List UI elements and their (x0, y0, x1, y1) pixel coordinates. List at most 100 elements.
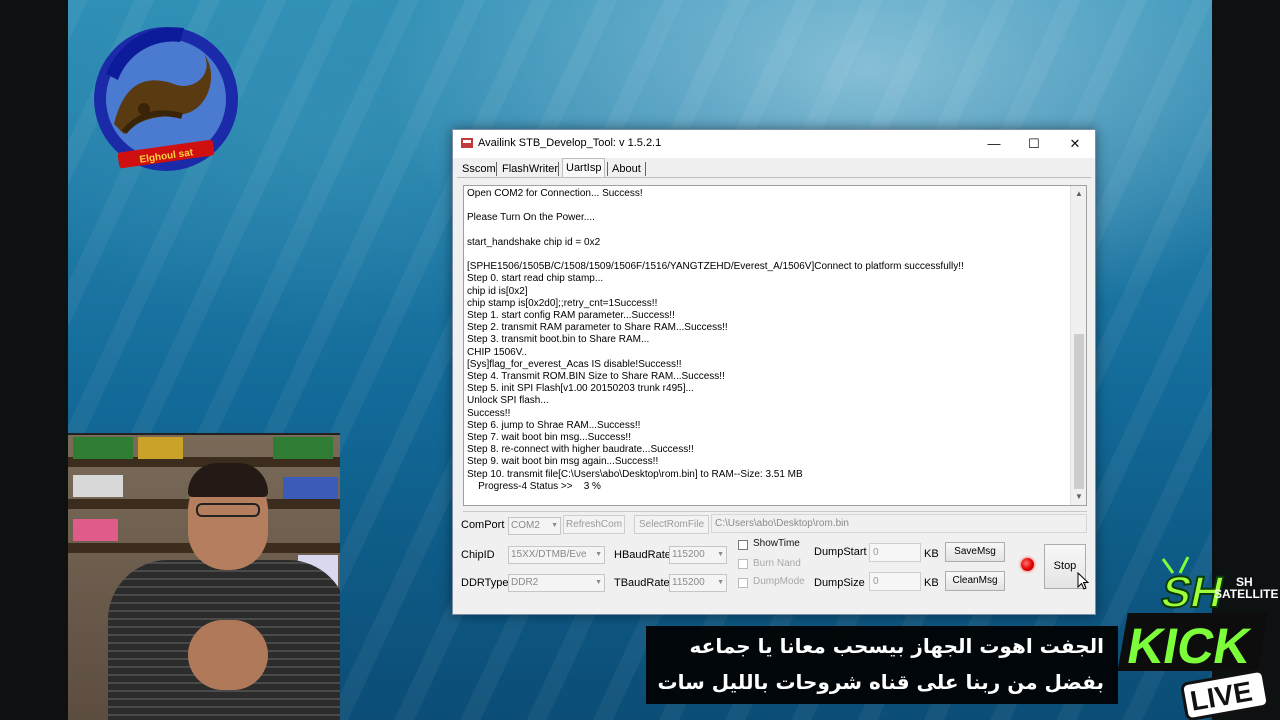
tab-separator (607, 162, 608, 176)
close-button[interactable]: ✕ (1055, 130, 1095, 158)
log-line: [Sys]flag_for_everest_Acas IS disable!Su… (467, 358, 682, 370)
hbaudrate-label: HBaudRate (614, 549, 671, 561)
chevron-down-icon: ▼ (595, 551, 602, 558)
kb-label: KB (924, 577, 939, 589)
tbaudrate-value: 115200 (672, 577, 705, 588)
ddrtype-value: DDR2 (511, 577, 539, 588)
log-line: Step 0. start read chip stamp... (467, 273, 604, 285)
tab-separator (496, 162, 497, 176)
hbaudrate-value: 115200 (672, 549, 705, 560)
refresh-com-button[interactable]: RefreshCom (563, 515, 625, 534)
log-line: Unlock SPI flash... (467, 395, 549, 407)
log-line: Step 7. wait boot bin msg...Success!! (467, 432, 631, 444)
tab-sscom[interactable]: Sscom (459, 160, 499, 178)
log-line: Step 5. init SPI Flash[v1.00 20150203 tr… (467, 383, 694, 395)
log-line: chip stamp is[0x2d0];;retry_cnt=1Success… (467, 297, 658, 309)
dumpmode-checkbox[interactable] (738, 578, 748, 588)
ddrtype-select[interactable]: DDR2 ▼ (508, 574, 605, 592)
scroll-up-arrow-icon[interactable]: ▲ (1071, 186, 1086, 202)
log-line: Step 8. re-connect with higher baudrate.… (467, 444, 694, 456)
log-text: Open COM2 for Connection... Success! Ple… (467, 188, 1067, 493)
presenter-glasses (196, 503, 260, 517)
log-line: Step 4. Transmit ROM.BIN Size to Share R… (467, 371, 725, 383)
dumpmode-label: DumpMode (753, 576, 805, 587)
title-bar[interactable]: Availink STB_Develop_Tool: v 1.5.2.1 — ☐… (453, 130, 1095, 158)
log-line: Success!! (467, 407, 511, 419)
product-box (138, 437, 183, 459)
status-led-icon (1021, 558, 1034, 571)
mouse-cursor-icon (1077, 572, 1089, 590)
comport-label: ComPort (461, 519, 505, 531)
dumpstart-label: DumpStart (814, 546, 867, 558)
window-title: Availink STB_Develop_Tool: v 1.5.2.1 (478, 137, 662, 149)
tab-separator (558, 162, 559, 176)
tab-underline (457, 177, 1091, 178)
product-box (283, 477, 338, 499)
chevron-down-icon: ▼ (717, 579, 724, 586)
presenter-hand (188, 620, 268, 690)
burn-nand-checkbox[interactable] (738, 559, 748, 569)
log-scrollbar[interactable]: ▲ ▼ (1070, 186, 1086, 505)
dumpstart-field[interactable]: 0 (869, 543, 921, 562)
divider (463, 511, 1087, 512)
comport-value: COM2 (511, 520, 540, 531)
product-box (273, 437, 333, 459)
tab-bar: Sscom FlashWriter UartIsp About (457, 158, 1093, 178)
comport-select[interactable]: COM2 ▼ (508, 517, 561, 535)
log-line: Step 3. transmit boot.bin to Share RAM..… (467, 334, 650, 346)
dumpsize-field[interactable]: 0 (869, 572, 921, 591)
burn-nand-label: Burn Nand (753, 558, 801, 569)
scrollbar-thumb[interactable] (1074, 334, 1084, 489)
log-line: Progress-4 Status >> 3 % (467, 480, 601, 492)
subtitle-line-1: الجفت اهوت الجهاز بيسحب معانا يا جماعه (689, 634, 1104, 658)
rom-path-field[interactable]: C:\Users\abo\Desktop\rom.bin (711, 514, 1087, 533)
app-icon (461, 138, 473, 148)
tab-separator (645, 162, 646, 176)
svg-text:KICK: KICK (1123, 617, 1255, 674)
log-line: Please Turn On the Power.... (467, 212, 595, 224)
presenter-hair (188, 463, 268, 497)
product-box (73, 475, 123, 497)
kb-label: KB (924, 548, 939, 560)
webcam-overlay (68, 433, 340, 720)
chevron-down-icon: ▼ (717, 551, 724, 558)
chevron-down-icon: ▼ (595, 579, 602, 586)
tab-uartisp[interactable]: UartIsp (562, 158, 606, 178)
select-rom-file-button[interactable]: SelectRomFile (634, 515, 709, 534)
availink-tool-window: Availink STB_Develop_Tool: v 1.5.2.1 — ☐… (452, 129, 1096, 615)
tab-flashwriter[interactable]: FlashWriter (499, 160, 561, 178)
svg-text:SATELLITE: SATELLITE (1214, 587, 1278, 601)
log-output[interactable]: Open COM2 for Connection... Success! Ple… (463, 185, 1087, 506)
tab-about[interactable]: About (609, 160, 644, 178)
chevron-down-icon: ▼ (551, 522, 558, 529)
scroll-down-arrow-icon[interactable]: ▼ (1071, 489, 1086, 505)
maximize-button[interactable]: ☐ (1014, 130, 1054, 158)
minimize-button[interactable]: — (974, 130, 1014, 158)
log-line: start_handshake chip id = 0x2 (467, 236, 601, 248)
hbaudrate-select[interactable]: 115200 ▼ (669, 546, 727, 564)
ddrtype-label: DDRType (461, 577, 509, 589)
save-msg-button[interactable]: SaveMsg (945, 542, 1005, 562)
log-line: Open COM2 for Connection... Success! (467, 188, 643, 199)
product-box (73, 519, 118, 541)
tbaudrate-label: TBaudRate (614, 577, 670, 589)
left-black-bar (0, 0, 68, 720)
chipid-value: 15XX/DTMB/Eve (511, 549, 587, 560)
kick-live-badge: SH SH SATELLITE KICK LIVE (1118, 556, 1278, 720)
log-line: Step 1. start config RAM parameter...Suc… (467, 310, 675, 322)
log-line: chip id is[0x2] (467, 285, 528, 297)
scorpion-logo-icon: Elghoul sat (94, 27, 238, 171)
log-line: Step 2. transmit RAM parameter to Share … (467, 322, 728, 334)
log-line: Step 10. transmit file[C:\Users\abo\Desk… (467, 468, 803, 480)
showtime-checkbox[interactable] (738, 540, 748, 550)
showtime-label: ShowTime (753, 538, 800, 549)
tbaudrate-select[interactable]: 115200 ▼ (669, 574, 727, 592)
chipid-select[interactable]: 15XX/DTMB/Eve ▼ (508, 546, 605, 564)
log-line: Step 6. jump to Shrae RAM...Success!! (467, 419, 641, 431)
subtitle-box: الجفت اهوت الجهاز بيسحب معانا يا جماعه ب… (646, 626, 1118, 704)
clean-msg-button[interactable]: CleanMsg (945, 571, 1005, 591)
log-line: [SPHE1506/1505B/C/1508/1509/1506F/1516/Y… (467, 261, 964, 273)
chipid-label: ChipID (461, 549, 495, 561)
